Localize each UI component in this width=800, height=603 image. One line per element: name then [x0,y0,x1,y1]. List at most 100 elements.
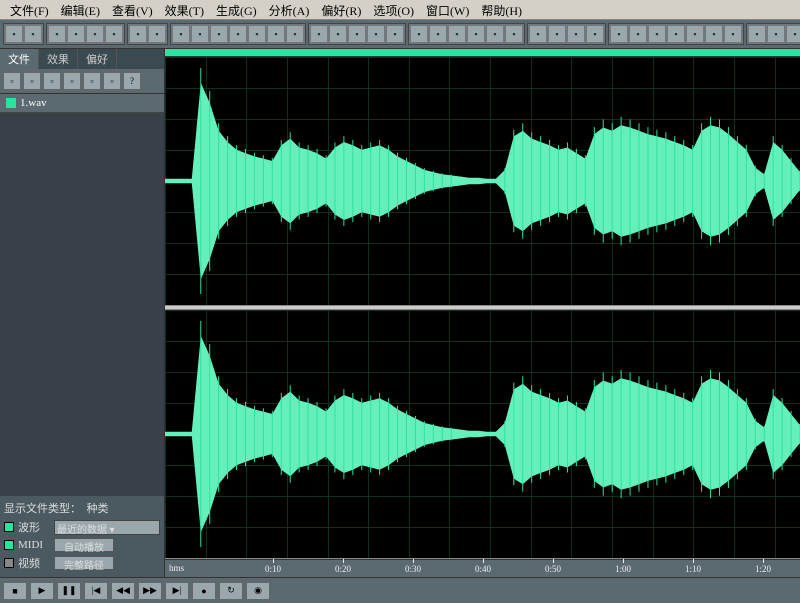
selection-overview[interactable] [165,49,800,57]
transport-record[interactable]: ● [192,582,216,600]
cut-icon: ▪ [198,29,201,39]
filter-type-label: MIDI [18,539,50,551]
transport-skip-end[interactable]: ▶| [165,582,189,600]
toolbar-stop[interactable]: ▪ [548,25,566,43]
toolbar-d6[interactable]: ▪ [705,25,723,43]
toolbar-cut[interactable]: ▪ [191,25,209,43]
side-tab-效果[interactable]: 效果 [39,49,78,69]
toolbar-v3[interactable]: ▪ [448,25,466,43]
toolbar-d5[interactable]: ▪ [686,25,704,43]
toolbar-d4[interactable]: ▪ [667,25,685,43]
menu-偏好(R)[interactable]: 偏好(R) [315,0,367,19]
time-tick: 0:20 [335,559,351,577]
transport-pause[interactable]: ❚❚ [57,582,81,600]
toolbar-v1[interactable]: ▪ [410,25,428,43]
menu-选项(O)[interactable]: 选项(O) [367,0,420,19]
toolbar-g4[interactable]: ▪ [367,25,385,43]
stop-icon: ■ [12,586,17,596]
filter-checkbox-波形[interactable] [4,522,14,532]
play-icon: ▫ [30,76,33,86]
filter-checkbox-视频[interactable] [4,558,14,568]
toolbar-d1[interactable]: ▪ [610,25,628,43]
side-tb-open[interactable]: ▫ [3,72,21,90]
toolbar-rec[interactable]: ▪ [567,25,585,43]
menu-效果(T)[interactable]: 效果(T) [159,0,210,19]
toolbar-mix[interactable]: ▪ [229,25,247,43]
toolbar-v6[interactable]: ▪ [505,25,523,43]
toolbar-play[interactable]: ▪ [529,25,547,43]
menu-帮助(H)[interactable]: 帮助(H) [475,0,528,19]
d4-icon: ▪ [674,29,677,39]
v2-icon: ▪ [436,29,439,39]
toolbar-g1[interactable]: ▪ [310,25,328,43]
toolbar-saveall[interactable]: ▪ [105,25,123,43]
filter-checkbox-MIDI[interactable] [4,540,14,550]
g1-icon: ▪ [317,29,320,39]
menubar: 文件(F)编辑(E)查看(V)效果(T)生成(G)分析(A)偏好(R)选项(O)… [0,0,800,20]
toolbar-paste[interactable]: ▪ [210,25,228,43]
menu-分析(A)[interactable]: 分析(A) [263,0,316,19]
waveform-tracks[interactable] [165,57,800,559]
transport-stop[interactable]: ■ [3,582,27,600]
transport-forward[interactable]: ▶▶ [138,582,162,600]
side-tb-p1[interactable]: ▫ [63,72,81,90]
track-right-channel[interactable] [165,310,800,559]
side-tb-help[interactable]: ? [123,72,141,90]
transport-loop[interactable]: ↻ [219,582,243,600]
side-tabs: 文件效果偏好 [0,49,164,69]
transport-cd[interactable]: ◉ [246,582,270,600]
side-tb-play[interactable]: ▫ [23,72,41,90]
toolbar-d3[interactable]: ▪ [648,25,666,43]
file-item[interactable]: 1.wav [0,94,164,113]
menu-文件(F)[interactable]: 文件(F) [4,0,55,19]
transport-rewind[interactable]: ◀◀ [111,582,135,600]
side-tb-p3[interactable]: ▫ [103,72,121,90]
side-tab-偏好[interactable]: 偏好 [78,49,117,69]
transport-skip-start[interactable]: |◀ [84,582,108,600]
paste-icon: ▪ [217,29,220,39]
side-tb-add[interactable]: ▫ [43,72,61,90]
toolbar-d7[interactable]: ▪ [724,25,742,43]
filter-btn-完整路径[interactable]: 完整路径 [54,556,114,570]
toolbar-sel[interactable]: ▪ [286,25,304,43]
menu-查看(V)[interactable]: 查看(V) [106,0,159,19]
new-icon: ▪ [55,29,58,39]
toolbar-h3[interactable]: ▪ [786,25,800,43]
file-list[interactable]: 1.wav [0,94,164,496]
d7-icon: ▪ [731,29,734,39]
toolbar-wave-2[interactable]: ▪ [24,25,42,43]
toolbar-g5[interactable]: ▪ [386,25,404,43]
side-tab-文件[interactable]: 文件 [0,49,39,69]
toolbar-d2[interactable]: ▪ [629,25,647,43]
filter-dropdown[interactable]: 最近的数据 ▾ [54,520,160,535]
toolbar-g2[interactable]: ▪ [329,25,347,43]
toolbar-v4[interactable]: ▪ [467,25,485,43]
side-tb-p2[interactable]: ▫ [83,72,101,90]
p2-icon: ▫ [90,76,93,86]
save-icon: ▪ [93,29,96,39]
menu-编辑(E)[interactable]: 编辑(E) [55,0,106,19]
menu-生成(G)[interactable]: 生成(G) [210,0,263,19]
toolbar-undo[interactable]: ▪ [129,25,147,43]
filter-label: 显示文件类型： [4,503,81,515]
transport-play[interactable]: ▶ [30,582,54,600]
time-ruler[interactable]: hms0:100:200:300:400:501:001:101:20 [165,559,800,577]
toolbar-redo[interactable]: ▪ [148,25,166,43]
toolbar-open[interactable]: ▪ [67,25,85,43]
time-tick: 0:50 [545,559,561,577]
toolbar-wave-1[interactable]: ▪ [5,25,23,43]
toolbar-h1[interactable]: ▪ [748,25,766,43]
toolbar-new[interactable]: ▪ [48,25,66,43]
toolbar-loop[interactable]: ▪ [586,25,604,43]
toolbar-v2[interactable]: ▪ [429,25,447,43]
toolbar-copy[interactable]: ▪ [172,25,190,43]
menu-窗口(W)[interactable]: 窗口(W) [420,0,475,19]
toolbar-v5[interactable]: ▪ [486,25,504,43]
toolbar-del[interactable]: ▪ [248,25,266,43]
toolbar-h2[interactable]: ▪ [767,25,785,43]
filter-btn-自动播放[interactable]: 自动播放 [54,538,114,552]
toolbar-save[interactable]: ▪ [86,25,104,43]
toolbar-g3[interactable]: ▪ [348,25,366,43]
toolbar-trim[interactable]: ▪ [267,25,285,43]
track-left-channel[interactable] [165,57,800,306]
